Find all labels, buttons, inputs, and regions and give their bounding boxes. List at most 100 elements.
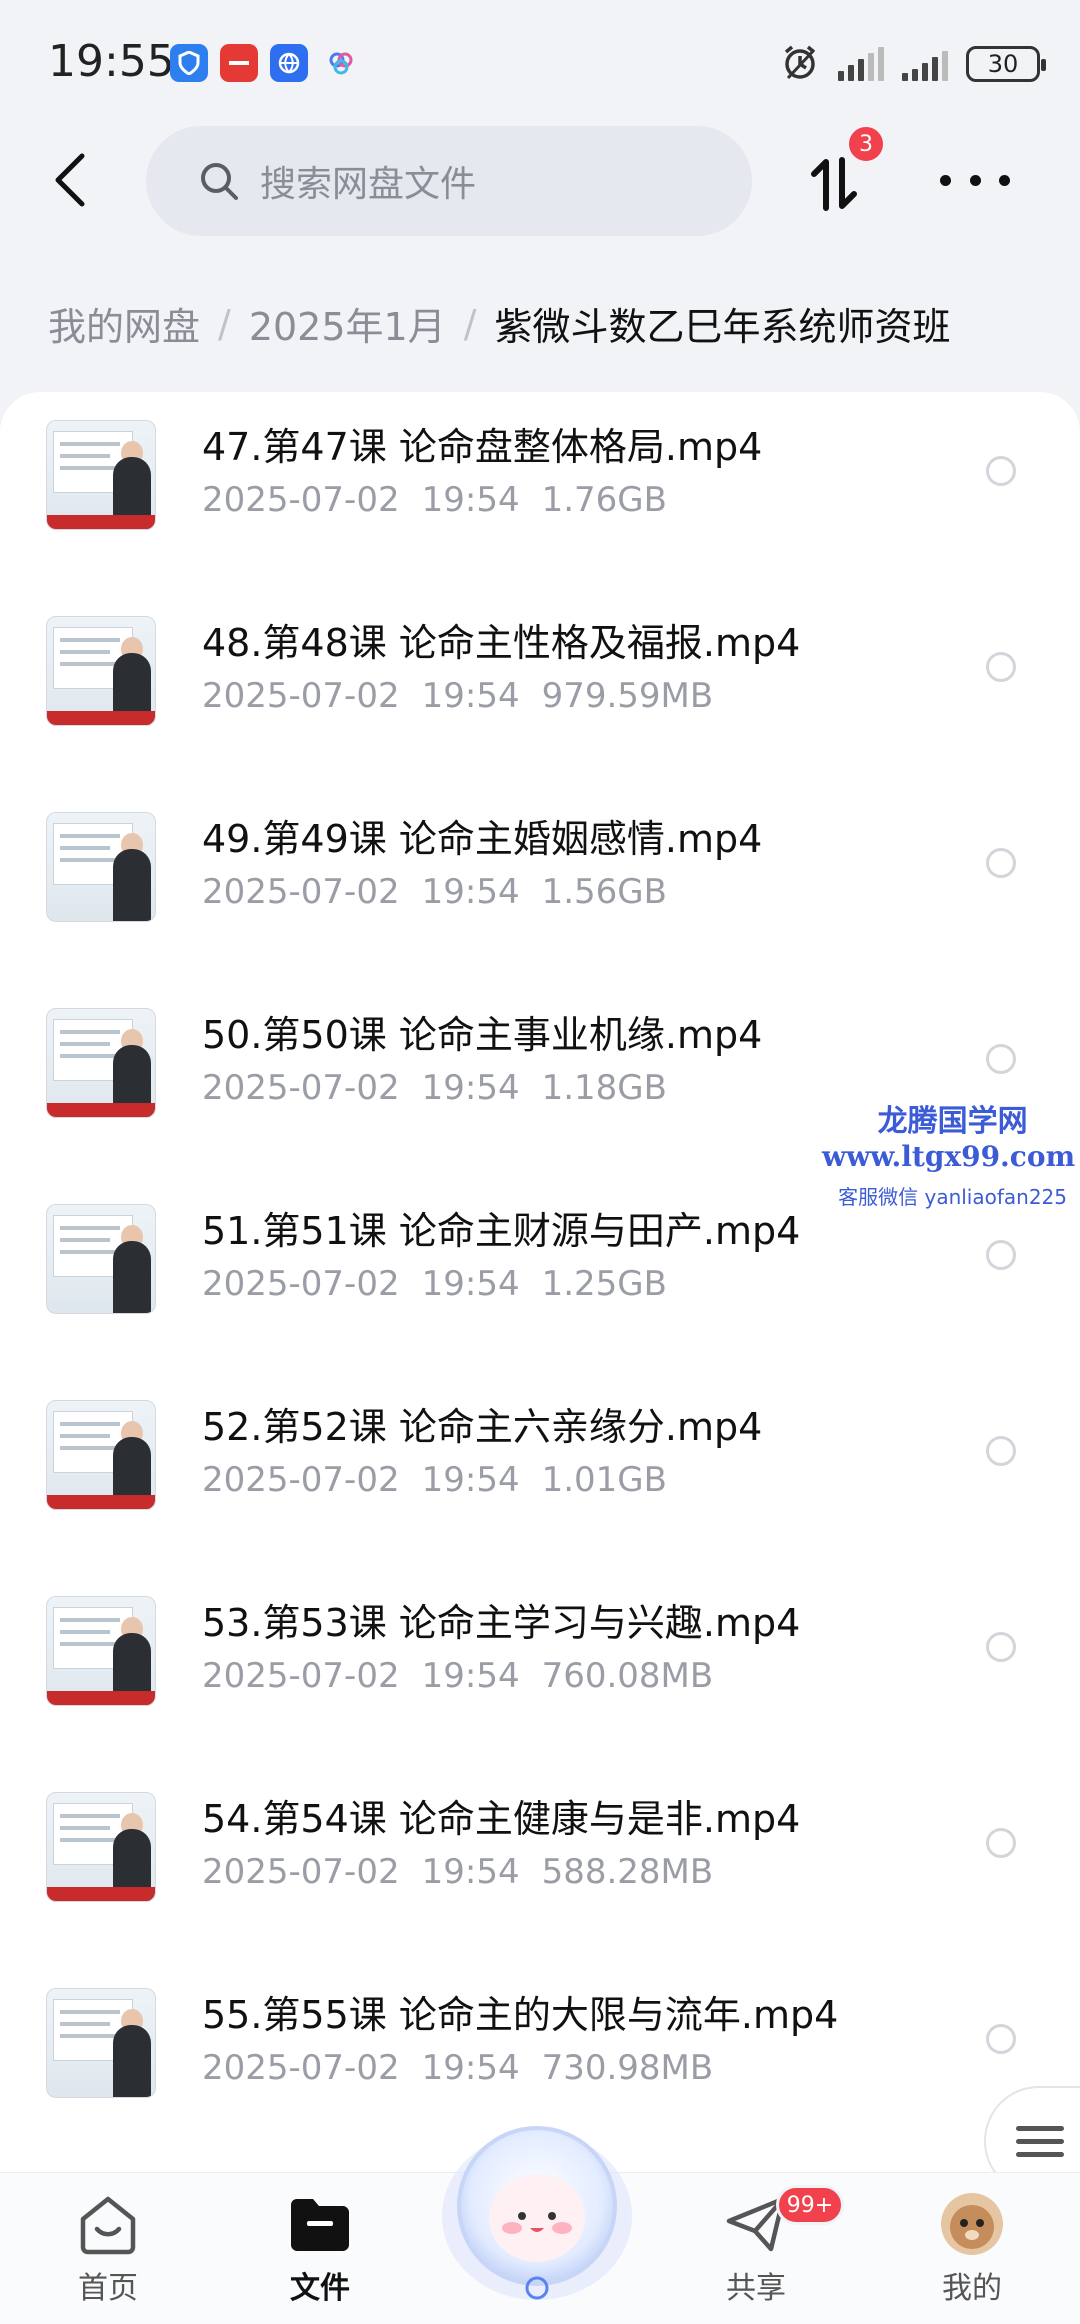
search-placeholder: 搜索网盘文件 bbox=[260, 164, 477, 205]
more-button[interactable] bbox=[940, 160, 1010, 200]
file-time: 19:54 bbox=[421, 872, 520, 912]
nav-home[interactable]: 首页 bbox=[38, 2191, 178, 2307]
mascot-button[interactable] bbox=[432, 2106, 642, 2306]
search-input[interactable]: 搜索网盘文件 bbox=[146, 126, 752, 236]
nav-files-label: 文件 bbox=[290, 2271, 350, 2306]
file-date: 2025-07-02 bbox=[202, 1656, 400, 1696]
select-checkbox[interactable] bbox=[986, 1240, 1016, 1270]
breadcrumb-item[interactable]: 2025年1月 bbox=[249, 296, 446, 351]
transfer-badge: 3 bbox=[846, 124, 886, 164]
shield-app-icon bbox=[170, 44, 208, 82]
file-name: 47.第47课 论命盘整体格局.mp4 bbox=[202, 425, 763, 469]
file-row[interactable]: 48.第48课 论命主性格及福报.mp4 2025-07-02 19:54 979.… bbox=[0, 600, 1080, 796]
file-date: 2025-07-02 bbox=[202, 1264, 400, 1304]
breadcrumb-current: 紫微斗数乙巳年系统师资班 bbox=[494, 305, 951, 349]
search-icon bbox=[201, 163, 238, 200]
select-checkbox[interactable] bbox=[986, 1828, 1016, 1858]
file-time: 19:54 bbox=[421, 676, 520, 716]
chevron-left-icon bbox=[55, 153, 85, 207]
transfer-button[interactable]: 3 bbox=[806, 124, 886, 214]
file-row[interactable]: 54.第54课 论命主健康与是非.mp4 2025-07-02 19:54 588.… bbox=[0, 1776, 1080, 1972]
select-checkbox[interactable] bbox=[986, 652, 1016, 682]
file-time: 19:54 bbox=[421, 2048, 520, 2088]
file-time: 19:54 bbox=[421, 1068, 520, 1108]
battery-icon: 30 bbox=[966, 46, 1046, 82]
file-name: 50.第50课 论命主事业机缘.mp4 bbox=[202, 1013, 763, 1057]
file-date: 2025-07-02 bbox=[202, 1852, 400, 1892]
file-date: 2025-07-02 bbox=[202, 2048, 400, 2088]
share-badge: 99+ bbox=[776, 2185, 844, 2225]
menu-line bbox=[1016, 2151, 1064, 2157]
breadcrumb-item[interactable]: 我的网盘 bbox=[48, 296, 200, 351]
video-thumbnail bbox=[46, 1792, 156, 1902]
more-dot bbox=[969, 174, 981, 186]
menu-line bbox=[1016, 2125, 1064, 2131]
file-name: 52.第52课 论命主六亲缘分.mp4 bbox=[202, 1405, 763, 1449]
folder-icon bbox=[287, 2191, 353, 2257]
more-dot bbox=[940, 174, 951, 186]
select-checkbox[interactable] bbox=[986, 2024, 1016, 2054]
nav-mine-label: 我的 bbox=[942, 2271, 1002, 2306]
video-thumbnail bbox=[46, 1596, 156, 1706]
signal-2-icon bbox=[902, 47, 948, 81]
file-name: 55.第55课 论命主的大限与流年.mp4 bbox=[202, 1993, 839, 2037]
file-list: 47.第47课 论命盘整体格局.mp4 2025-07-02 19:54 1.76G… bbox=[0, 392, 1080, 2172]
file-time: 19:54 bbox=[421, 1460, 520, 1500]
file-meta: 2025-07-02 19:54 1.01GB bbox=[202, 1460, 667, 1500]
status-time: 19:55 bbox=[48, 36, 175, 87]
file-meta: 2025-07-02 19:54 588.28MB bbox=[202, 1852, 713, 1892]
file-name: 53.第53课 论命主学习与兴趣.mp4 bbox=[202, 1601, 801, 1645]
file-date: 2025-07-02 bbox=[202, 480, 400, 520]
file-row[interactable]: 49.第49课 论命主婚姻感情.mp4 2025-07-02 19:54 1.56G… bbox=[0, 796, 1080, 992]
file-time: 19:54 bbox=[421, 1852, 520, 1892]
nav-home-label: 首页 bbox=[78, 2271, 138, 2306]
watermark-contact: 客服微信 yanliaofan225 bbox=[838, 1185, 1068, 1209]
file-size: 1.56GB bbox=[541, 872, 667, 912]
mascot-icon bbox=[442, 2126, 632, 2300]
select-checkbox[interactable] bbox=[986, 1632, 1016, 1662]
nav-share-label: 共享 bbox=[726, 2271, 786, 2306]
file-row[interactable]: 51.第51课 论命主财源与田产.mp4 2025-07-02 19:54 1.25… bbox=[0, 1188, 1080, 1384]
file-size: 1.18GB bbox=[541, 1068, 667, 1108]
video-thumbnail bbox=[46, 1988, 156, 2098]
more-dot bbox=[999, 174, 1010, 186]
file-size: 1.25GB bbox=[541, 1264, 667, 1304]
file-size: 1.76GB bbox=[541, 480, 667, 520]
video-thumbnail bbox=[46, 420, 156, 530]
nav-mine[interactable]: 我的 bbox=[902, 2191, 1042, 2307]
file-date: 2025-07-02 bbox=[202, 872, 400, 912]
select-checkbox[interactable] bbox=[986, 1044, 1016, 1074]
nav-files[interactable]: 文件 bbox=[250, 2191, 390, 2307]
file-size: 588.28MB bbox=[541, 1852, 714, 1892]
select-checkbox[interactable] bbox=[986, 456, 1016, 486]
file-meta: 2025-07-02 19:54 979.59MB bbox=[202, 676, 713, 716]
video-thumbnail bbox=[46, 616, 156, 726]
file-row[interactable]: 47.第47课 论命盘整体格局.mp4 2025-07-02 19:54 1.76G… bbox=[0, 404, 1080, 600]
file-time: 19:54 bbox=[421, 480, 520, 520]
signal-icon bbox=[838, 47, 884, 81]
home-icon bbox=[75, 2191, 141, 2257]
huawei-app-icon bbox=[220, 44, 258, 82]
breadcrumb-separator: / bbox=[463, 301, 477, 346]
status-bar: 19:55 30 bbox=[0, 0, 1080, 120]
watermark-url: www.ltgx99.com bbox=[822, 1140, 1076, 1173]
select-checkbox[interactable] bbox=[986, 848, 1016, 878]
breadcrumb: 我的网盘 / 2025年1月 / 紫微斗数乙巳年系统师资班 bbox=[48, 296, 951, 351]
menu-line bbox=[1016, 2138, 1064, 2144]
file-meta: 2025-07-02 19:54 1.56GB bbox=[202, 872, 667, 912]
file-date: 2025-07-02 bbox=[202, 1460, 400, 1500]
breadcrumb-separator: / bbox=[218, 301, 231, 346]
file-time: 19:54 bbox=[421, 1656, 520, 1696]
back-button[interactable] bbox=[40, 150, 100, 210]
video-thumbnail bbox=[46, 812, 156, 922]
select-checkbox[interactable] bbox=[986, 1436, 1016, 1466]
file-meta: 2025-07-02 19:54 1.18GB bbox=[202, 1068, 667, 1108]
file-size: 1.01GB bbox=[541, 1460, 667, 1500]
file-meta: 2025-07-02 19:54 1.76GB bbox=[202, 480, 667, 520]
file-time: 19:54 bbox=[421, 1264, 520, 1304]
file-size: 760.08MB bbox=[541, 1656, 714, 1696]
file-row[interactable]: 52.第52课 论命主六亲缘分.mp4 2025-07-02 19:54 1.01G… bbox=[0, 1384, 1080, 1580]
file-row[interactable]: 53.第53课 论命主学习与兴趣.mp4 2025-07-02 19:54 760.… bbox=[0, 1580, 1080, 1776]
file-name: 49.第49课 论命主婚姻感情.mp4 bbox=[202, 817, 763, 861]
browser-app-icon bbox=[270, 44, 308, 82]
